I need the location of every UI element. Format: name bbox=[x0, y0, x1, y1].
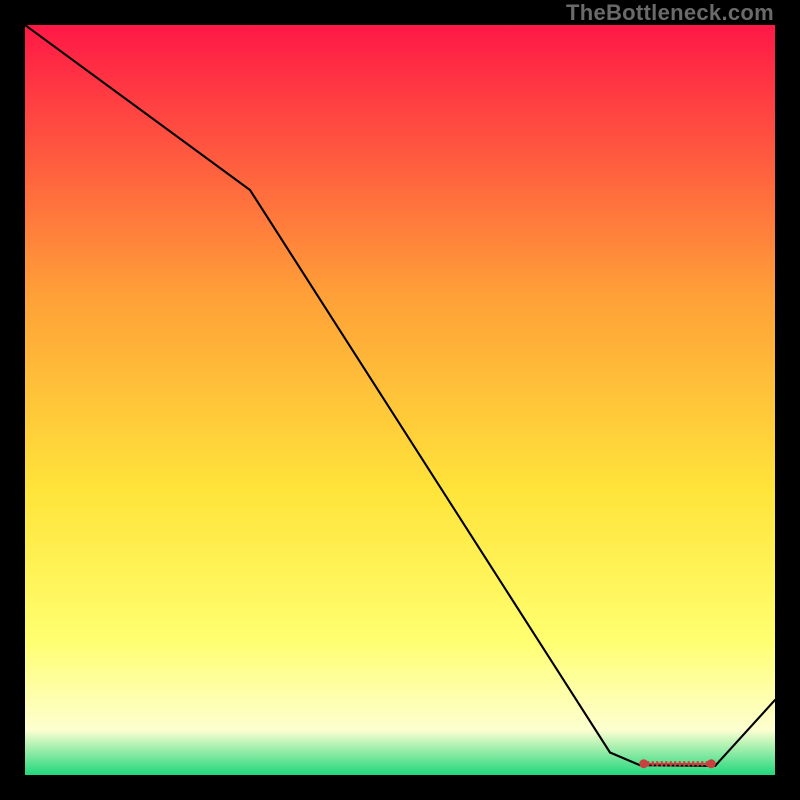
chart-plot bbox=[25, 25, 775, 775]
tick-endpoint bbox=[707, 759, 716, 768]
gradient-background bbox=[25, 25, 775, 775]
watermark-text: TheBottleneck.com bbox=[566, 0, 774, 26]
chart-frame: TheBottleneck.com bbox=[0, 0, 800, 800]
tick-endpoint bbox=[639, 759, 648, 768]
